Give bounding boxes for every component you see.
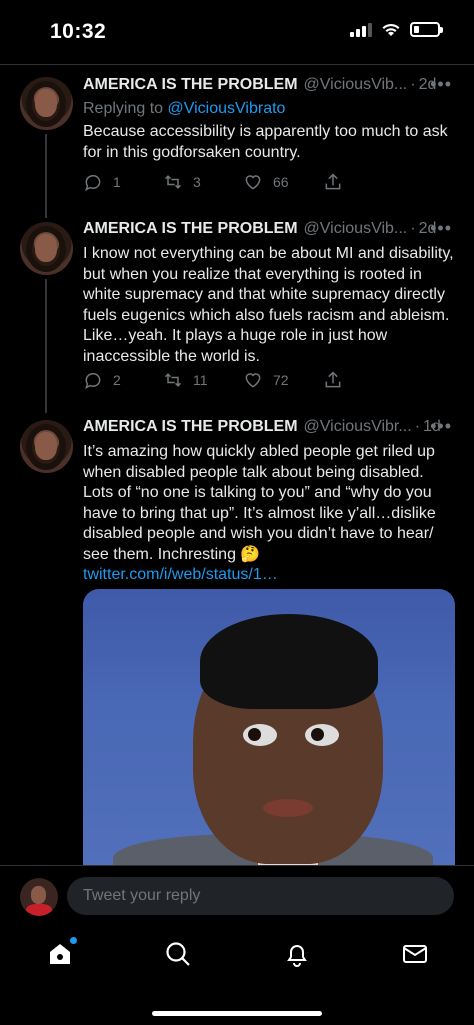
home-icon [50,944,70,964]
like-button[interactable]: 66 [243,172,323,192]
more-dots-icon[interactable]: ••• [430,218,452,239]
reply-input[interactable]: Tweet your reply [67,877,454,915]
tweet-header: AMERICA IS THE PROBLEM @ViciousVib... · … [83,76,458,96]
status-bar: 10:32 [0,0,474,62]
signal-icon [350,22,372,37]
reply-button[interactable]: 1 [83,172,163,192]
reply-icon [85,372,101,389]
bottom-tab-bar [0,926,474,1025]
status-icons [350,22,443,37]
home-indicator [152,1011,322,1016]
tab-search[interactable] [164,940,192,968]
heart-icon [245,175,261,190]
tweet-actions: 1 3 66 [83,172,403,192]
separator-dot: · [410,220,416,237]
tweet-media-image[interactable] [83,589,455,879]
more-dots-icon[interactable]: ••• [430,416,452,437]
retweet-count: 3 [193,174,201,190]
avatar[interactable] [20,77,73,130]
avatar[interactable] [20,222,73,275]
reply-count: 1 [113,174,121,190]
user-handle[interactable]: @ViciousVib... [304,76,408,94]
divider [0,64,474,65]
messages-icon [403,945,427,963]
search-icon [166,942,190,966]
reply-count: 2 [113,372,121,388]
display-name[interactable]: AMERICA IS THE PROBLEM [83,418,298,436]
thread-line [45,134,47,218]
tweet-header: AMERICA IS THE PROBLEM @ViciousVibr... ·… [83,418,458,438]
display-name[interactable]: AMERICA IS THE PROBLEM [83,220,298,238]
reply-bar: Tweet your reply [0,865,474,926]
tab-home[interactable] [46,937,77,968]
reply-button[interactable]: 2 [83,370,163,390]
retweet-count: 11 [193,372,208,388]
display-name[interactable]: AMERICA IS THE PROBLEM [83,76,298,94]
like-count: 66 [273,174,289,190]
like-count: 72 [273,372,289,388]
reply-icon [85,174,101,191]
tab-messages[interactable] [401,940,429,968]
more-dots-icon[interactable]: ••• [430,74,452,95]
heart-icon [245,373,261,388]
replying-to-label: Replying to [83,100,164,117]
notifications-icon [287,945,307,967]
share-button[interactable] [323,172,403,192]
like-button[interactable]: 72 [243,370,323,390]
user-handle[interactable]: @ViciousVibr... [304,418,412,436]
avatar[interactable] [20,420,73,473]
share-icon [325,173,341,190]
separator-dot: · [414,418,421,435]
tab-notifications[interactable] [283,940,311,968]
share-button[interactable] [323,370,403,390]
battery-icon [410,22,443,37]
retweet-icon [164,175,182,189]
user-handle[interactable]: @ViciousVib... [304,220,408,238]
tweet-header: AMERICA IS THE PROBLEM @ViciousVib... · … [83,220,458,240]
status-time: 10:32 [50,20,107,43]
tweet-text: It’s amazing how quickly abled people ge… [83,442,458,586]
tweet-text: Because accessibility is apparently too … [83,123,448,161]
notification-dot [70,937,77,944]
tweet-actions: 2 11 72 [83,370,403,390]
wifi-icon [382,23,400,36]
avatar [20,878,58,916]
tweet-text-body: It’s amazing how quickly abled people ge… [83,443,436,563]
tweet-link[interactable]: twitter.com/i/web/status/1… [83,566,278,583]
retweet-icon [164,373,182,387]
separator-dot: · [410,76,416,93]
thread-line [45,279,47,413]
replying-to-handle[interactable]: @ViciousVibrato [168,100,286,117]
share-icon [325,371,341,388]
tweet-text: I know not everything can be about MI an… [83,245,454,365]
replying-to: Replying to @ViciousVibrato [83,100,458,118]
retweet-button[interactable]: 11 [163,370,243,390]
retweet-button[interactable]: 3 [163,172,243,192]
